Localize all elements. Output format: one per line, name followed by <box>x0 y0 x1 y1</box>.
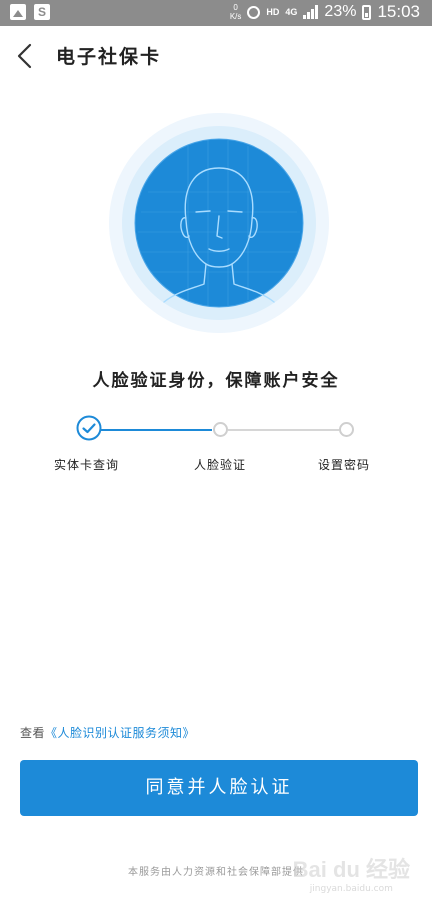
alarm-icon <box>247 5 261 19</box>
network-speed: 0 K/s <box>230 3 242 21</box>
chevron-left-icon <box>17 43 32 69</box>
step-label-card-query: 实体卡查询 <box>54 458 120 472</box>
agree-face-auth-button[interactable]: 同意并人脸认证 <box>20 760 418 816</box>
network-type: 4G <box>285 7 298 17</box>
step-label-set-password: 设置密码 <box>318 458 371 472</box>
back-button[interactable] <box>12 40 42 72</box>
watermark-sub: jingyan.baidu.com <box>309 884 393 894</box>
app-notification-icon: S <box>34 4 50 20</box>
step-dot-set-password <box>339 422 354 437</box>
watermark-logo: Bai du 经验 jingyan.baidu.com <box>293 852 410 894</box>
step-dot-face-verify <box>213 422 228 437</box>
step-label-face-verify: 人脸验证 <box>194 458 247 472</box>
gallery-notification-icon <box>10 4 26 20</box>
terms-notice: 查看《人脸识别认证服务须知》 <box>20 724 195 741</box>
face-scan-illustration <box>108 112 330 334</box>
check-circle-icon <box>76 415 102 441</box>
clock: 15:03 <box>377 2 420 21</box>
page-title: 电子社保卡 <box>56 46 162 68</box>
network-speed-value: 0 <box>233 3 238 12</box>
battery-icon <box>362 4 372 20</box>
app-header: 电子社保卡 <box>0 26 432 86</box>
step-connector-done <box>100 429 212 431</box>
watermark-main: Bai du 经验 <box>292 857 410 882</box>
progress-stepper: 实体卡查询 人脸验证 设置密码 <box>0 412 432 482</box>
status-bar-left: S <box>10 4 50 20</box>
battery-percent: 23% <box>324 3 357 20</box>
network-speed-unit: K/s <box>229 12 242 21</box>
status-bar-right: 0 K/s HD 4G 23% 15:03 <box>230 2 420 22</box>
face-scan-icon <box>109 113 329 333</box>
signal-icon <box>303 5 319 19</box>
step-connector-todo <box>228 429 339 431</box>
status-bar: S 0 K/s HD 4G 23% 15:03 <box>0 0 432 26</box>
terms-prefix: 查看 <box>20 726 46 740</box>
hd-indicator: HD <box>266 7 280 17</box>
slogan: 人脸验证身份，保障账户安全 <box>92 371 340 391</box>
terms-link[interactable]: 《人脸识别认证服务须知》 <box>45 726 195 740</box>
